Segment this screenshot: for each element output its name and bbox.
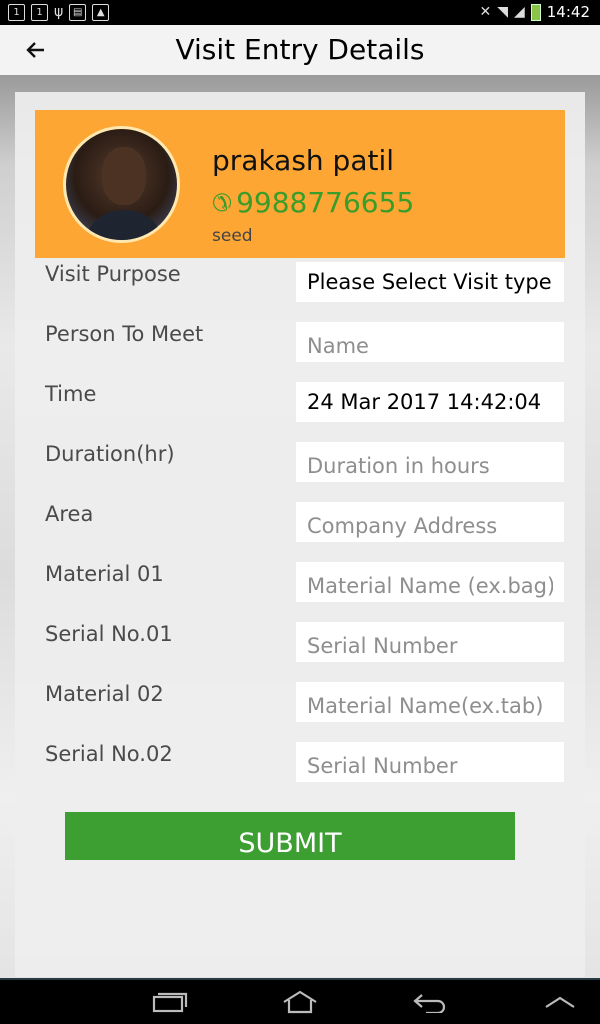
form-row-duration: Duration(hr) <box>45 442 565 482</box>
time-label: Time <box>45 382 97 406</box>
visit-purpose-label: Visit Purpose <box>45 262 181 286</box>
sim-icon: ▤ <box>69 4 87 21</box>
content-background: prakash patil ✆ 9988776655 seed Visit Pu… <box>0 75 600 978</box>
person-to-meet-label: Person To Meet <box>45 322 204 346</box>
serial-01-label: Serial No.01 <box>45 622 173 646</box>
material-02-input[interactable] <box>296 682 564 722</box>
person-to-meet-input[interactable] <box>296 322 564 362</box>
status-time: 14:42 <box>546 3 590 21</box>
home-icon <box>283 990 317 1014</box>
visitor-profile-card: prakash patil ✆ 9988776655 seed <box>35 110 565 258</box>
submit-button[interactable]: SUBMIT <box>65 812 515 860</box>
material-01-label: Material 01 <box>45 562 164 586</box>
recent-apps-button[interactable] <box>140 984 200 1020</box>
system-nav-bar <box>0 978 600 1024</box>
area-input[interactable] <box>296 502 564 542</box>
avatar-face <box>102 147 146 205</box>
signal-icon: ◢ <box>513 4 525 20</box>
image-icon: ▲ <box>92 4 110 21</box>
home-button[interactable] <box>270 984 330 1020</box>
visit-entry-card: prakash patil ✆ 9988776655 seed Visit Pu… <box>15 92 585 977</box>
form-row-material-01: Material 01 <box>45 562 565 602</box>
mute-icon: ✕ <box>479 4 492 20</box>
time-field[interactable]: 24 Mar 2017 14:42:04 <box>296 382 564 422</box>
avatar-shirt <box>84 210 164 240</box>
form-row-serial-01: Serial No.01 <box>45 622 565 662</box>
phone-icon: ✆ <box>212 188 233 217</box>
status-system-icons: ✕ ◥ ◢ 14:42 <box>479 3 590 21</box>
form-row-visit-purpose: Visit Purpose Please Select Visit type <box>45 262 565 302</box>
visit-purpose-select[interactable]: Please Select Visit type <box>296 262 564 302</box>
usb-icon: ψ <box>54 4 64 20</box>
chevron-up-icon <box>545 996 575 1008</box>
phone-number: 9988776655 <box>236 186 415 219</box>
visitor-phone: ✆ 9988776655 <box>212 186 414 219</box>
back-icon <box>413 994 446 1013</box>
status-bar: 1 1 ψ ▤ ▲ ✕ ◥ ◢ 14:42 <box>0 0 600 25</box>
area-label: Area <box>45 502 94 526</box>
visitor-name: prakash patil <box>212 144 395 177</box>
app-bar: Visit Entry Details <box>0 25 600 75</box>
form-row-serial-02: Serial No.02 <box>45 742 565 782</box>
recent-apps-icon <box>152 992 188 1013</box>
battery-icon <box>530 3 541 21</box>
form-row-material-02: Material 02 <box>45 682 565 722</box>
wifi-icon: ◥ <box>497 4 508 20</box>
material-02-label: Material 02 <box>45 682 164 706</box>
form-row-area: Area <box>45 502 565 542</box>
screen-icon: 1 <box>31 4 48 21</box>
visitor-company: seed <box>212 226 253 246</box>
page-title: Visit Entry Details <box>175 33 425 66</box>
serial-01-input[interactable] <box>296 622 564 662</box>
form-row-time: Time 24 Mar 2017 14:42:04 <box>45 382 565 422</box>
material-01-input[interactable] <box>296 562 564 602</box>
serial-02-label: Serial No.02 <box>45 742 173 766</box>
status-notification-icons: 1 1 ψ ▤ ▲ <box>8 4 110 21</box>
serial-02-input[interactable] <box>296 742 564 782</box>
duration-input[interactable] <box>296 442 564 482</box>
screen-icon: 1 <box>8 4 25 21</box>
duration-label: Duration(hr) <box>45 442 175 466</box>
nav-menu-button[interactable] <box>530 984 590 1020</box>
nav-back-button[interactable] <box>400 984 460 1020</box>
form-row-person-to-meet: Person To Meet <box>45 322 565 362</box>
avatar <box>63 126 180 243</box>
